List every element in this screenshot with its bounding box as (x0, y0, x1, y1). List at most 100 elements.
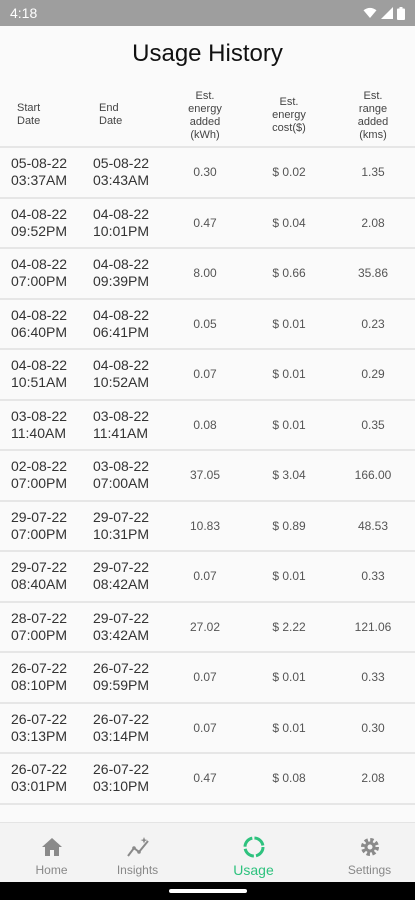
insights-icon (126, 835, 150, 859)
end-date-cell: 29-07-22 10:31PM (93, 508, 150, 542)
table-row: 03-08-22 11:40AM 03-08-22 11:41AM 0.08 $ 0.… (0, 401, 415, 451)
nav-usage-label: Usage (233, 862, 274, 878)
energy-added-cell: 0.08 (193, 417, 217, 432)
header-start-date: Start Date (17, 102, 41, 127)
energy-added-cell: 0.07 (193, 367, 217, 381)
end-date-cell: 04-08-22 06:41PM (93, 306, 150, 340)
energy-cost-cell: $ 0.66 (272, 266, 306, 280)
range-added-cell: 2.08 (361, 215, 385, 230)
start-date-cell: 03-08-22 11:40AM (11, 407, 68, 441)
energy-cost-cell: $ 0.01 (272, 569, 306, 583)
start-date-cell: 04-08-22 07:00PM (11, 256, 68, 289)
start-date-cell: 04-08-22 09:52PM (11, 205, 68, 239)
range-added-cell: 0.30 (361, 720, 385, 735)
status-icons (363, 6, 405, 20)
end-date-cell: 03-08-22 11:41AM (93, 407, 150, 441)
end-date-cell: 26-07-22 03:10PM (93, 761, 150, 794)
end-date-cell: 05-08-22 03:43AM (93, 155, 150, 188)
table-row: 29-07-22 07:00PM 29-07-22 10:31PM 10.83 $ 0… (0, 502, 415, 552)
energy-cost-cell: $ 0.01 (272, 417, 306, 432)
energy-cost-cell: $ 2.22 (272, 619, 306, 634)
end-date-cell: 03-08-22 07:00AM (93, 458, 150, 491)
range-added-cell: 0.33 (361, 670, 385, 684)
table-row: 04-08-22 06:40PM 04-08-22 06:41PM 0.05 $ 0.… (0, 300, 415, 350)
start-date-cell: 05-08-22 03:37AM (11, 155, 68, 188)
table-row: 26-07-22 03:01PM 26-07-22 03:10PM 0.47 $ 0.… (0, 754, 415, 805)
energy-cost-cell: $ 0.01 (272, 670, 306, 684)
energy-added-cell: 0.07 (193, 569, 217, 583)
header-end-date: End Date (99, 102, 123, 127)
start-date-cell: 29-07-22 07:00PM (11, 508, 68, 542)
range-added-cell: 166.00 (354, 468, 392, 482)
end-date-cell: 04-08-22 10:52AM (93, 357, 150, 390)
energy-cost-cell: $ 3.04 (272, 468, 306, 482)
range-added-cell: 48.53 (357, 518, 389, 533)
nav-settings[interactable]: Settings (318, 823, 415, 883)
range-added-cell: 121.06 (354, 619, 392, 634)
energy-cost-cell: $ 0.04 (272, 215, 306, 230)
home-icon (41, 835, 63, 859)
start-date-cell: 26-07-22 03:01PM (11, 761, 68, 794)
nav-settings-label: Settings (347, 863, 392, 877)
end-date-cell: 29-07-22 08:42AM (93, 559, 150, 592)
nav-home-label: Home (35, 863, 68, 877)
energy-added-cell: 0.30 (193, 165, 217, 179)
energy-added-cell: 0.07 (193, 670, 217, 684)
status-time: 4:18 (10, 5, 38, 21)
range-added-cell: 0.35 (361, 417, 385, 432)
nav-usage[interactable]: Usage (202, 823, 305, 883)
settings-icon (359, 835, 381, 859)
wifi-icon (363, 7, 377, 18)
start-date-cell: 04-08-22 10:51AM (11, 357, 68, 390)
start-date-cell: 28-07-22 07:00PM (11, 609, 68, 643)
nav-insights[interactable]: Insights (86, 823, 189, 883)
home-gesture-handle[interactable] (169, 889, 247, 893)
energy-cost-cell: $ 0.02 (272, 165, 306, 179)
header-energy-added: Est. energy added (kWh) (188, 90, 222, 141)
start-date-cell: 04-08-22 06:40PM (11, 306, 68, 340)
header-energy-cost: Est. energy cost($) (272, 96, 306, 134)
page-title: Usage History (132, 40, 283, 67)
table-row: 04-08-22 09:52PM 04-08-22 10:01PM 0.47 $ 0.… (0, 199, 415, 249)
table-header: Start Date End Date Est. energy added (k… (0, 86, 415, 148)
range-added-cell: 1.35 (361, 165, 385, 179)
table-row: 26-07-22 03:13PM 26-07-22 03:14PM 0.07 $ 0.… (0, 704, 415, 754)
end-date-cell: 26-07-22 03:14PM (93, 710, 150, 744)
start-date-cell: 02-08-22 07:00PM (11, 458, 68, 491)
energy-added-cell: 37.05 (189, 468, 221, 482)
header-range-added: Est. range added (kms) (357, 90, 389, 141)
range-added-cell: 0.29 (361, 367, 385, 381)
table-row: 05-08-22 03:37AM 05-08-22 03:43AM 0.30 $ 0.… (0, 148, 415, 199)
end-date-cell: 04-08-22 10:01PM (93, 205, 150, 239)
energy-added-cell: 0.47 (193, 771, 217, 785)
end-date-cell: 04-08-22 09:39PM (93, 256, 150, 289)
range-added-cell: 2.08 (361, 771, 385, 785)
energy-cost-cell: $ 0.01 (272, 367, 306, 381)
energy-added-cell: 0.47 (193, 215, 217, 230)
table-row: 28-07-22 07:00PM 29-07-22 03:42AM 27.02 $ 2… (0, 603, 415, 653)
nav-insights-label: Insights (116, 863, 159, 877)
energy-added-cell: 10.83 (189, 518, 221, 533)
energy-added-cell: 0.07 (193, 720, 217, 735)
range-added-cell: 0.33 (361, 569, 385, 583)
energy-cost-cell: $ 0.01 (272, 720, 306, 735)
range-added-cell: 35.86 (357, 266, 389, 280)
status-bar: 4:18 (0, 0, 415, 26)
battery-icon (397, 6, 405, 20)
start-date-cell: 26-07-22 03:13PM (11, 710, 68, 744)
usage-icon (242, 835, 266, 859)
bottom-navigation: Home Insights Usage Settings (0, 822, 415, 883)
energy-cost-cell: $ 0.01 (272, 316, 306, 331)
start-date-cell: 29-07-22 08:40AM (11, 559, 68, 592)
start-date-cell: 26-07-22 08:10PM (11, 660, 68, 693)
table-row: 26-07-22 08:10PM 26-07-22 09:59PM 0.07 $ 0.… (0, 653, 415, 704)
table-row: 02-08-22 07:00PM 03-08-22 07:00AM 37.05 $ 3… (0, 451, 415, 502)
end-date-cell: 26-07-22 09:59PM (93, 660, 150, 693)
cellular-signal-icon (381, 7, 393, 19)
system-gesture-bar (0, 882, 415, 900)
energy-added-cell: 0.05 (193, 316, 217, 331)
table-row: 04-08-22 10:51AM 04-08-22 10:52AM 0.07 $ 0.… (0, 350, 415, 401)
energy-added-cell: 27.02 (189, 619, 221, 634)
end-date-cell: 29-07-22 03:42AM (93, 609, 150, 643)
energy-cost-cell: $ 0.89 (272, 518, 306, 533)
